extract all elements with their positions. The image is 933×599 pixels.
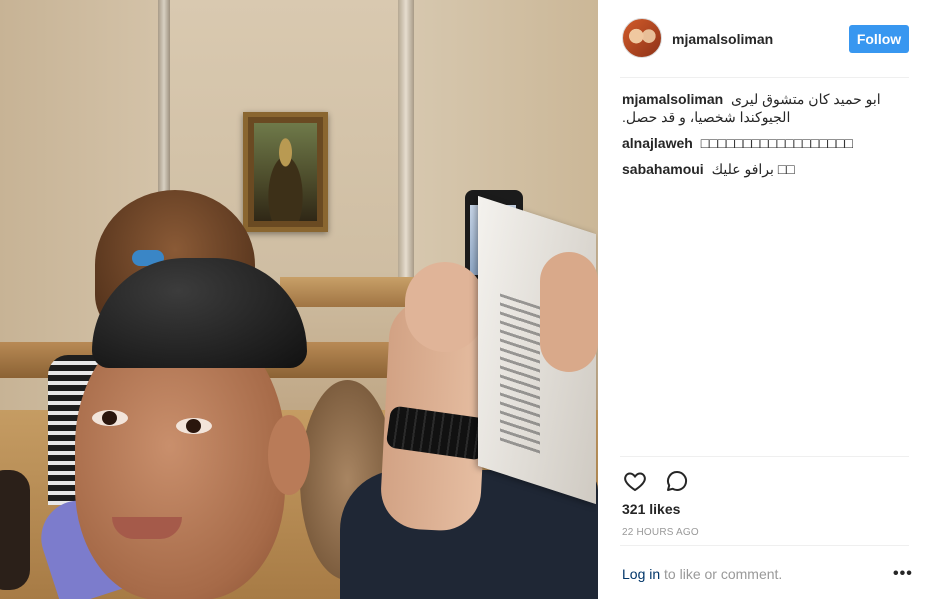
brochure-text [500,293,540,457]
child-left [0,470,30,590]
divider [620,77,909,78]
comment-text: برافو عليك □□ [711,161,795,177]
post-header: mjamalsoliman Follow [598,0,933,78]
caption: mjamalsoliman ابو حميد كان متشوق ليرى ال… [622,90,909,126]
likes-count[interactable]: 321 likes [622,501,680,517]
comment-icon[interactable] [664,468,690,494]
comment-username[interactable]: sabahamoui [622,161,704,177]
more-options-icon[interactable]: ••• [893,565,913,583]
hand-right [540,252,598,372]
post-photo[interactable] [0,0,598,599]
comment-item: alnajlaweh □□□□□□□□□□□□□□□□□□ [622,134,909,152]
comments-list: mjamalsoliman ابو حميد كان متشوق ليرى ال… [622,90,909,186]
eye-left [92,410,128,426]
post-timestamp[interactable]: 22 HOURS AGO [622,527,699,538]
action-bar [622,468,690,494]
comment-username[interactable]: alnajlaweh [622,135,693,151]
hand [405,262,485,352]
painting [254,123,317,221]
painting-frame [243,112,328,232]
eye-right [176,418,212,434]
login-prompt: Log in to like or comment. [622,566,782,582]
post-sidebar: mjamalsoliman Follow mjamalsoliman ابو ح… [598,0,933,599]
comment-icon-svg [667,470,688,491]
comment-item: sabahamoui برافو عليك □□ [622,160,909,178]
caption-username[interactable]: mjamalsoliman [622,91,723,107]
glass-pillar [158,0,170,195]
heart-icon-svg [624,472,646,492]
glass-pillar-right [398,0,414,280]
login-prompt-text: to like or comment. [660,566,783,582]
comment-text: □□□□□□□□□□□□□□□□□□ [700,135,853,151]
mouth [112,517,182,539]
divider [620,456,909,457]
follow-button[interactable]: Follow [849,25,909,53]
username[interactable]: mjamalsoliman [672,31,773,47]
divider [620,545,909,546]
boy-ear [268,415,310,495]
heart-icon[interactable] [622,468,648,494]
avatar[interactable] [622,18,662,58]
login-link[interactable]: Log in [622,566,660,582]
